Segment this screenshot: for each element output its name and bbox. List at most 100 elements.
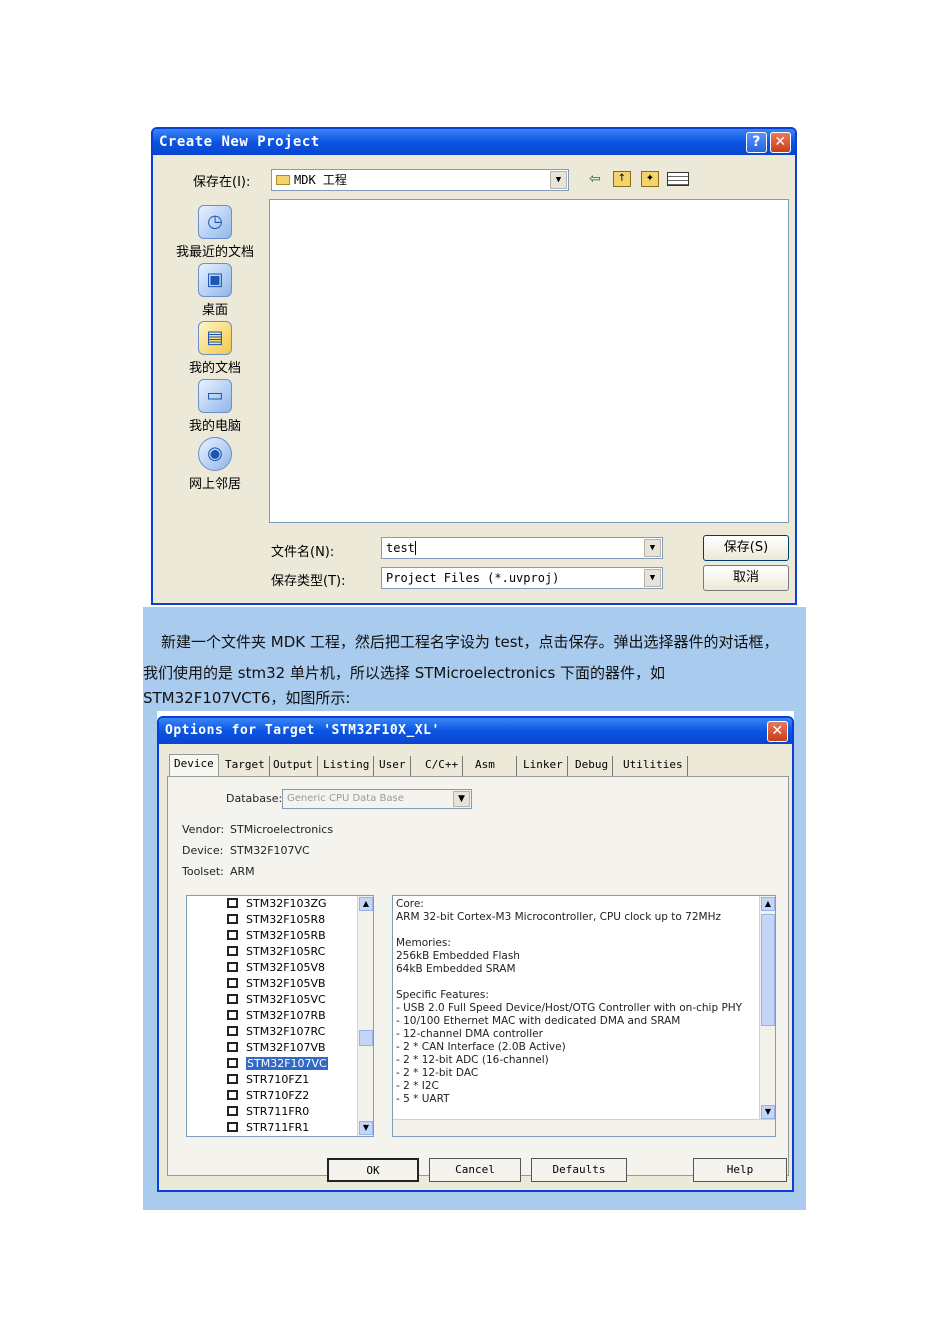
filename-value: test [386,541,415,555]
paragraph-line-2: 我们使用的是 stm32 单片机，所以选择 STMicroelectronics… [143,664,666,682]
save-in-select[interactable]: MDK 工程 ▼ [271,169,569,191]
device-label: Device: [182,844,224,857]
list-item[interactable]: STM32F105R8 [227,912,325,928]
paragraph-line-3: STM32F107VCT6，如图所示: [143,689,351,707]
chip-icon [227,1090,238,1100]
chevron-down-icon[interactable]: ▼ [453,791,470,807]
list-item[interactable]: STR710FZ2 [227,1088,309,1104]
tab-user[interactable]: User [375,756,411,776]
database-select[interactable]: Generic CPU Data Base ▼ [282,789,472,809]
chevron-down-icon[interactable]: ▼ [644,539,661,557]
list-item-selected[interactable]: STM32F107VC [227,1056,328,1072]
tab-listing[interactable]: Listing [319,756,375,776]
chip-icon [227,1058,238,1068]
close-icon[interactable]: ✕ [770,132,791,153]
my-documents-icon: ▤ [198,321,232,355]
back-icon[interactable]: ⇦ [589,171,601,187]
chip-icon [227,994,238,1004]
list-item[interactable]: STM32F107RC [227,1024,325,1040]
tab-linker[interactable]: Linker [519,756,568,776]
defaults-button[interactable]: Defaults [531,1158,627,1182]
new-folder-icon[interactable]: ✦ [641,171,659,187]
help-button[interactable]: Help [693,1158,787,1182]
dialog-title: Create New Project [159,134,320,150]
toolset-label: Toolset: [182,865,224,878]
up-folder-icon[interactable]: ↑ [613,171,631,187]
image-border-left [143,711,157,1193]
close-icon[interactable]: ✕ [767,721,788,742]
network-places-icon: ◉ [198,437,232,471]
vendor-value: STMicroelectronics [230,823,334,836]
list-item[interactable]: STM32F105VB [227,976,326,992]
save-button[interactable]: 保存(S) [703,535,789,561]
description-hscrollbar[interactable] [393,1119,775,1136]
filetype-value: Project Files (*.uvproj) [386,571,560,585]
list-item[interactable]: STM32F103ZG [227,896,327,912]
list-item[interactable]: STR711FR0 [227,1104,309,1120]
filename-input[interactable]: test​ ▼ [381,537,663,559]
place-my-documents[interactable]: ▤ 我的文档 [165,321,265,376]
place-label: 网上邻居 [188,477,241,492]
place-label: 我最近的文档 [175,245,254,260]
place-recent[interactable]: ◷ 我最近的文档 [165,205,265,260]
save-in-value: MDK 工程 [294,173,347,187]
scroll-down-icon[interactable]: ▼ [761,1105,775,1119]
chip-icon [227,1042,238,1052]
paragraph-line-1: 新建一个文件夹 MDK 工程，然后把工程名字设为 test，点击保存。弹出选择器… [161,633,779,651]
list-item[interactable]: STM32F105RB [227,928,326,944]
place-network[interactable]: ◉ 网上邻居 [165,437,265,492]
database-label: Database: [226,792,283,805]
tab-device[interactable]: Device [169,754,219,776]
chip-icon [227,1122,238,1132]
scroll-down-icon[interactable]: ▼ [359,1121,373,1135]
chevron-down-icon[interactable]: ▼ [550,171,567,189]
tab-cpp[interactable]: C/C++ [421,756,464,776]
description-scrollbar[interactable]: ▲ ▼ [759,896,775,1120]
image-border-bottom [143,1192,806,1210]
chip-icon [227,914,238,924]
tab-output[interactable]: Output [269,756,318,776]
device-tab-panel: Database: Generic CPU Data Base ▼ Vendor… [167,776,789,1176]
scroll-thumb[interactable] [761,914,775,1026]
list-item[interactable]: STM32F105VC [227,992,326,1008]
tab-debug[interactable]: Debug [571,756,614,776]
chip-icon [227,898,238,908]
chip-icon [227,946,238,956]
place-label: 我的电脑 [188,419,241,434]
device-tree[interactable]: STM32F103ZG STM32F105R8 STM32F105RB STM3… [186,895,374,1137]
chip-icon [227,962,238,972]
filetype-label: 保存类型(T): [271,574,346,589]
tab-target[interactable]: Target [221,756,270,776]
tab-asm[interactable]: Asm [471,756,517,776]
place-desktop[interactable]: ▣ 桌面 [165,263,265,318]
recent-documents-icon: ◷ [198,205,232,239]
cancel-button[interactable]: Cancel [429,1158,521,1182]
list-item[interactable]: STR711FR1 [227,1120,309,1136]
chip-icon [227,1026,238,1036]
image-border-right [794,711,806,1193]
filetype-select[interactable]: Project Files (*.uvproj) ▼ [381,567,663,589]
list-item[interactable]: STR710FZ1 [227,1072,309,1088]
list-item[interactable]: STM32F105RC [227,944,325,960]
dialog-title-bar: Create New Project ? ✕ [153,129,795,155]
scroll-thumb[interactable] [359,1030,373,1046]
list-item[interactable]: STM32F105V8 [227,960,325,976]
place-my-computer[interactable]: ▭ 我的电脑 [165,379,265,434]
tab-utilities[interactable]: Utilities [619,756,688,776]
list-item[interactable]: STM32F107VB [227,1040,326,1056]
cancel-button[interactable]: 取消 [703,565,789,591]
view-menu-icon[interactable] [667,172,689,186]
device-description: Core: ARM 32-bit Cortex-M3 Microcontroll… [392,895,776,1137]
help-icon[interactable]: ? [746,132,767,153]
chevron-down-icon[interactable]: ▼ [644,569,661,587]
chip-icon [227,978,238,988]
scroll-up-icon[interactable]: ▲ [359,897,373,911]
list-item[interactable]: STM32F107RB [227,1008,326,1024]
desktop-icon: ▣ [198,263,232,297]
scroll-up-icon[interactable]: ▲ [761,897,775,911]
create-project-dialog: Create New Project ? ✕ 保存在(I): MDK 工程 ▼ … [151,127,797,605]
options-for-target-dialog: Options for Target 'STM32F10X_XL' ✕ Devi… [157,716,794,1192]
ok-button[interactable]: OK [327,1158,419,1182]
device-tree-scrollbar[interactable]: ▲ ▼ [357,896,373,1136]
file-list[interactable] [269,199,789,523]
